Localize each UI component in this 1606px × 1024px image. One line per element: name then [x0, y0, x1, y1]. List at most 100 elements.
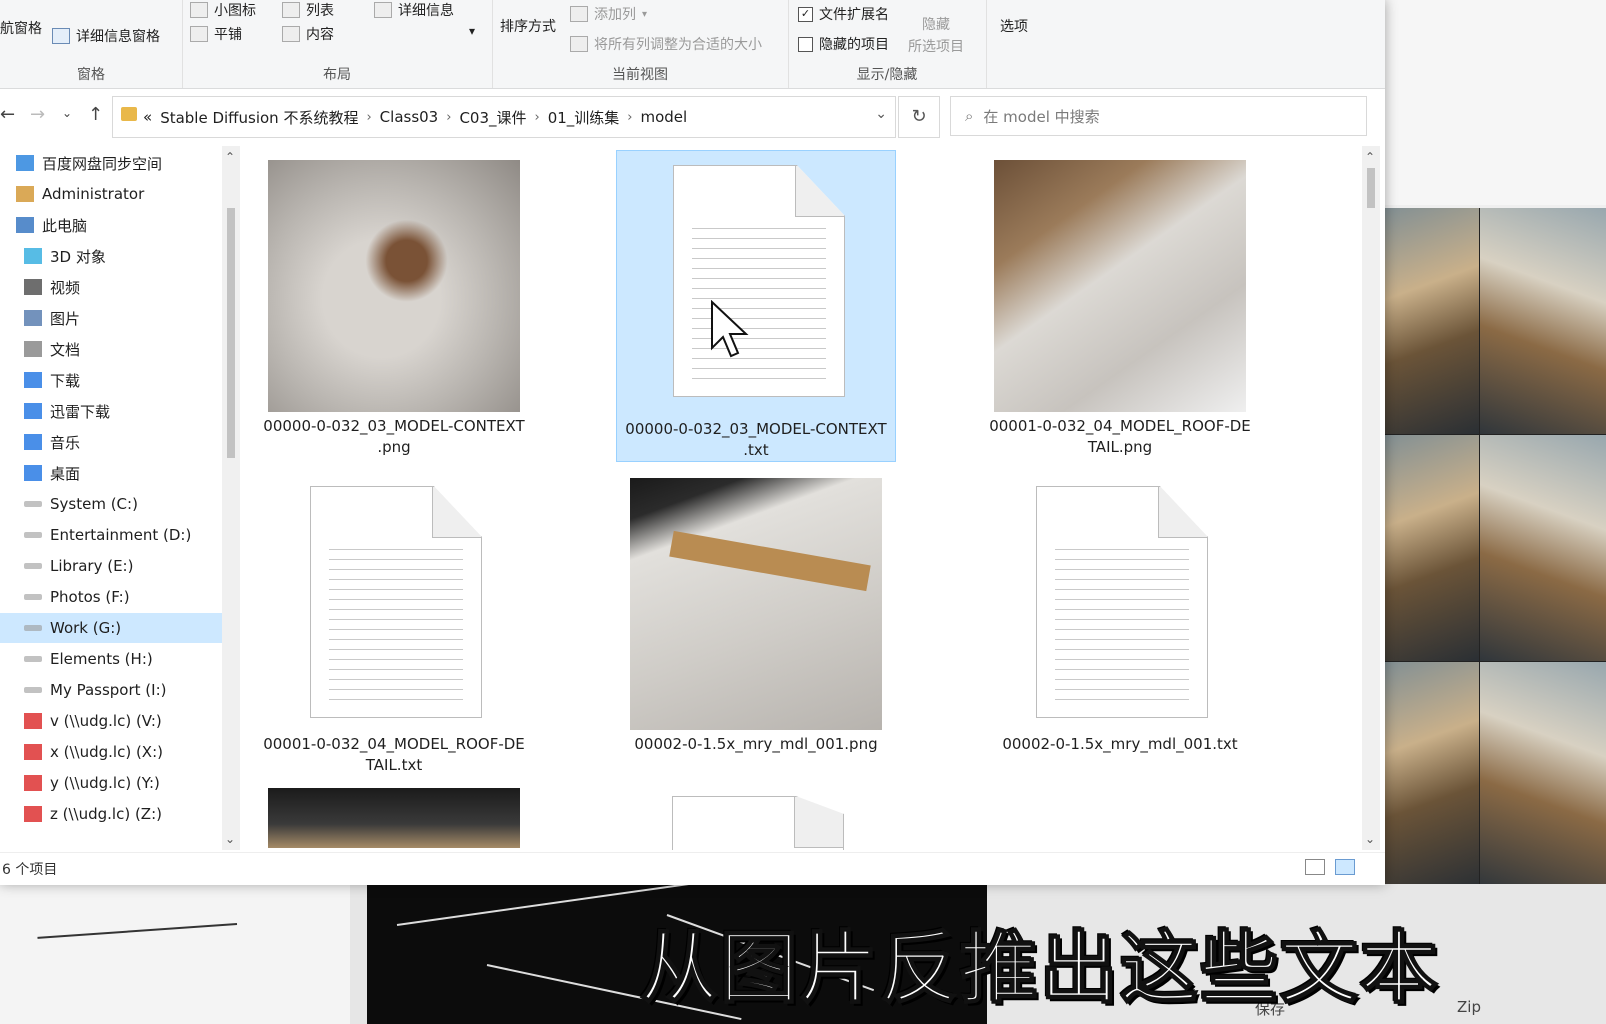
breadcrumb-item-current[interactable]: model [641, 108, 688, 126]
hide-selected-items-button[interactable]: 隐藏 所选项目 [908, 14, 964, 56]
nav-item[interactable]: Photos (F:) [0, 582, 222, 612]
nav-item[interactable]: Library (E:) [0, 551, 222, 581]
chevron-right-icon[interactable]: › [535, 110, 540, 125]
navigation-pane-scrollbar[interactable]: ⌃ ⌄ [222, 146, 240, 850]
details-view-button[interactable]: 详细信息 [374, 0, 454, 20]
forward-arrow-icon[interactable]: → [30, 104, 45, 125]
chevron-right-icon[interactable]: › [366, 110, 371, 125]
breadcrumb-overflow[interactable]: « [143, 108, 152, 126]
details-label: 详细信息 [398, 3, 454, 19]
search-input[interactable]: ⌕ 在 model 中搜索 [950, 96, 1367, 136]
nav-item[interactable]: 音乐 [0, 427, 222, 457]
nav-item[interactable]: 3D 对象 [0, 241, 222, 271]
nav-item[interactable]: y (\\udg.lc) (Y:) [0, 768, 222, 798]
scroll-down-icon[interactable]: ⌄ [1365, 832, 1375, 846]
tiles-view-button[interactable]: 平铺 [190, 24, 242, 44]
size-all-columns-button[interactable]: 将所有列调整为合适的大小 [570, 34, 762, 54]
nav-item[interactable]: System (C:) [0, 489, 222, 519]
zip-button[interactable]: Zip [1457, 998, 1481, 1016]
hidden-items-toggle[interactable]: 隐藏的项目 [798, 34, 889, 54]
hide-selected-label-2: 所选项目 [908, 39, 964, 55]
chevron-right-icon[interactable]: › [446, 110, 451, 125]
nav-item[interactable]: Work (G:) [0, 613, 222, 643]
nav-item[interactable]: v (\\udg.lc) (V:) [0, 706, 222, 736]
thunder-download-icon [24, 403, 42, 419]
content-label: 内容 [306, 27, 334, 43]
address-bar[interactable]: « Stable Diffusion 不系统教程 › Class03 › C03… [112, 96, 896, 138]
nav-item-label: 图片 [50, 309, 81, 328]
gallery-image[interactable] [1480, 662, 1606, 888]
scroll-up-icon[interactable]: ⌃ [225, 150, 235, 164]
details-view-icon[interactable] [1305, 859, 1325, 875]
nav-item[interactable]: Elements (H:) [0, 644, 222, 674]
breadcrumb-item[interactable]: Stable Diffusion 不系统教程 [160, 107, 358, 128]
nav-item[interactable]: 此电脑 [0, 210, 222, 240]
file-item-partial[interactable] [616, 782, 896, 850]
file-item[interactable]: 00002-0-1.5x_mry_mdl_001.png [616, 472, 896, 774]
nav-item-label: 此电脑 [42, 216, 88, 235]
nav-item[interactable]: Administrator [0, 179, 222, 209]
drive-icon [24, 501, 42, 507]
file-item[interactable]: 00001-0-032_04_MODEL_ROOF-DE TAIL.png [980, 154, 1260, 456]
large-icons-view-icon[interactable] [1335, 859, 1355, 875]
breadcrumb-item[interactable]: 01_训练集 [548, 107, 620, 128]
content-view-button[interactable]: 内容 [282, 24, 334, 44]
group-label-current-view: 当前视图 [612, 67, 668, 83]
network-drive-disconnected-icon [24, 713, 42, 729]
group-label-layout: 布局 [323, 67, 351, 83]
breadcrumb-item[interactable]: Class03 [380, 108, 439, 126]
recent-locations-chevron-icon[interactable]: ⌄ [62, 106, 72, 120]
mouse-pointer-icon [711, 300, 749, 358]
chevron-right-icon[interactable]: › [627, 110, 632, 125]
scrollbar-thumb[interactable] [227, 208, 235, 458]
refresh-button[interactable]: ↻ [898, 96, 940, 138]
nav-item-label: Library (E:) [50, 557, 134, 575]
handwritten-signature [34, 887, 238, 939]
back-arrow-icon[interactable]: ← [0, 104, 15, 125]
sort-by-button[interactable]: 排序方式 [500, 16, 556, 36]
file-item-selected[interactable]: 00000-0-032_03_MODEL-CONTEXT .txt [616, 150, 896, 462]
navigation-pane-button[interactable]: 航窗格 [0, 18, 42, 38]
scroll-down-icon[interactable]: ⌄ [225, 832, 235, 846]
scroll-up-icon[interactable]: ⌃ [1365, 150, 1375, 164]
gallery-image[interactable] [1480, 435, 1606, 661]
small-icons-label: 小图标 [214, 3, 256, 19]
gallery-image[interactable] [1480, 208, 1606, 434]
nav-item[interactable]: 迅雷下载 [0, 396, 222, 426]
nav-item[interactable]: 视频 [0, 272, 222, 302]
drive-icon [24, 625, 42, 631]
add-columns-button[interactable]: 添加列 ▾ [570, 4, 647, 24]
list-view-button[interactable]: 列表 [282, 0, 334, 20]
options-button[interactable]: 选项 [1000, 16, 1028, 36]
details-pane-button[interactable]: 详细信息窗格 [52, 26, 160, 46]
file-extensions-toggle[interactable]: ✓ 文件扩展名 [798, 4, 889, 24]
file-name: 00002-0-1.5x_mry_mdl_001.txt [1002, 735, 1238, 753]
file-item[interactable]: 00001-0-032_04_MODEL_ROOF-DE TAIL.txt [254, 472, 534, 774]
file-item[interactable]: 00000-0-032_03_MODEL-CONTEXT .png [254, 154, 534, 456]
up-arrow-icon[interactable]: ↑ [88, 104, 103, 125]
file-item[interactable]: 00002-0-1.5x_mry_mdl_001.txt [980, 472, 1260, 774]
file-item-partial[interactable] [254, 782, 534, 850]
nav-item-label: Work (G:) [50, 619, 122, 637]
layout-expand-icon[interactable]: ▾ [469, 24, 475, 38]
nav-item[interactable]: 桌面 [0, 458, 222, 488]
drive-icon [24, 532, 42, 538]
small-icons-button[interactable]: 小图标 [190, 0, 256, 20]
nav-item[interactable]: 图片 [0, 303, 222, 333]
nav-item[interactable]: 百度网盘同步空间 [0, 148, 222, 178]
scrollbar-thumb[interactable] [1367, 168, 1375, 208]
file-view-scrollbar[interactable]: ⌃ ⌄ [1362, 146, 1380, 850]
cloud-sync-icon [16, 155, 34, 171]
nav-item[interactable]: Entertainment (D:) [0, 520, 222, 550]
breadcrumb-item[interactable]: C03_课件 [459, 107, 526, 128]
nav-item[interactable]: 下载 [0, 365, 222, 395]
chevron-down-icon[interactable]: ⌄ [875, 106, 887, 122]
nav-item[interactable]: My Passport (I:) [0, 675, 222, 705]
nav-item[interactable]: 文档 [0, 334, 222, 364]
file-name: 00000-0-032_03_MODEL-CONTEXT .txt [625, 420, 887, 459]
navigation-pane: 百度网盘同步空间 Administrator 此电脑 3D 对象视频图片文档 下载 迅雷下… [0, 146, 222, 850]
nav-item-label: 3D 对象 [50, 247, 106, 266]
nav-item[interactable]: z (\\udg.lc) (Z:) [0, 799, 222, 829]
documents-icon [24, 341, 42, 357]
nav-item[interactable]: x (\\udg.lc) (X:) [0, 737, 222, 767]
